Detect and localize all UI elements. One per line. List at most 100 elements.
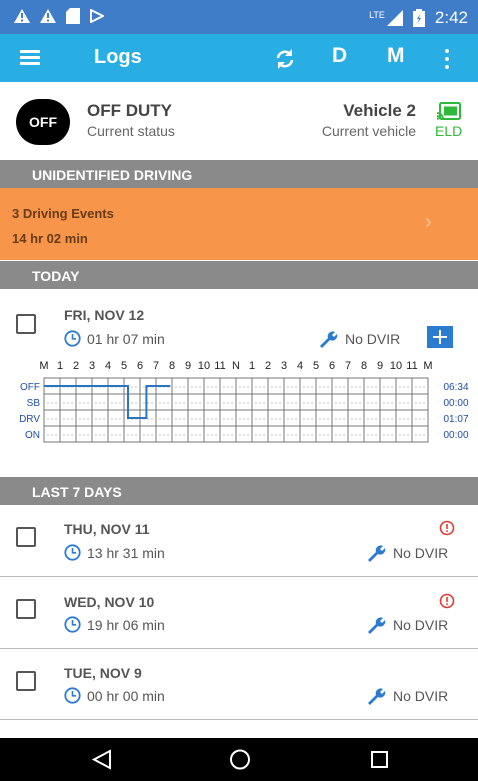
driving-events-duration: 14 hr 02 min [12,231,88,246]
status-total: 01:07 [443,414,468,425]
day-hours: 19 hr 06 min [87,617,165,633]
menu-icon[interactable] [18,46,44,70]
alert-icon [439,593,455,609]
clock-icon [64,687,81,704]
m-button[interactable]: M [387,44,405,68]
clock-icon [64,544,81,561]
hour-label: 1 [57,360,63,372]
hour-label: 2 [265,360,271,372]
day-checkbox[interactable] [16,527,36,547]
hour-label: 1 [249,360,255,372]
duty-status: OFF DUTY [87,101,172,120]
clock-time: 2:42 [434,8,468,27]
driving-events-count: 3 Driving Events [12,206,114,221]
alert-triangle-icon [14,9,30,23]
hour-label: 5 [313,360,319,372]
eld-label: ELD [435,123,463,139]
hour-label: 7 [153,360,159,372]
row-divider [0,648,478,649]
wrench-icon [368,688,386,705]
day-hours: 01 hr 07 min [87,331,165,347]
dvir-status[interactable]: No DVIR [393,617,448,633]
back-icon[interactable] [72,738,132,781]
status-bar: LTE 2:42 [0,0,478,34]
row-divider [0,576,478,577]
sd-card-icon [66,8,80,24]
hour-label: 5 [121,360,127,372]
day-checkbox[interactable] [16,314,36,334]
day-title: TUE, NOV 9 [64,665,142,681]
network-label: LTE [369,10,385,20]
app-toolbar: Logs D M [0,34,478,82]
section-header-today: TODAY [0,261,478,289]
status-row-label: ON [25,430,40,441]
d-button[interactable]: D [332,44,347,68]
page-title: Logs [94,46,142,68]
hour-label: 11 [406,360,417,372]
day-hours: 00 hr 00 min [87,688,165,704]
hour-label: 9 [377,360,383,372]
section-header-unidentified: UNIDENTIFIED DRIVING [0,160,478,188]
hour-label: 11 [214,360,225,372]
wrench-icon [368,617,386,634]
hour-label: 8 [169,360,175,372]
status-total: 06:34 [443,382,468,393]
hour-label: 6 [137,360,143,372]
hour-label: 2 [73,360,79,372]
section-header-last-7-days: LAST 7 DAYS [0,477,478,505]
hour-label: 6 [329,360,335,372]
wrench-icon [320,331,338,348]
day-title: THU, NOV 11 [64,521,150,537]
cast-connected-icon[interactable] [437,102,461,120]
play-store-icon [90,9,104,23]
duty-status-caption: Current status [87,123,175,139]
battery-icon [412,9,425,27]
dvir-status[interactable]: No DVIR [393,545,448,561]
alert-triangle-icon [40,9,56,23]
status-row-label: DRV [19,414,40,425]
system-nav-bar [0,738,478,781]
status-total: 00:00 [443,398,468,409]
clock-icon [64,616,81,633]
sync-icon[interactable] [272,46,298,72]
more-vert-icon[interactable] [440,46,454,72]
hour-label: 9 [185,360,191,372]
day-checkbox[interactable] [16,671,36,691]
recents-icon[interactable] [350,738,410,781]
hour-label: 4 [297,360,303,372]
vehicle-caption: Current vehicle [321,123,416,139]
unidentified-driving-row[interactable]: 3 Driving Events 14 hr 02 min › [0,188,478,260]
status-row-label: OFF [20,382,40,393]
hour-label: 4 [105,360,111,372]
add-dvir-button[interactable] [427,326,453,348]
chevron-right-icon: › [425,211,432,233]
hour-label: 10 [198,360,210,372]
day-title[interactable]: FRI, NOV 12 [64,307,144,323]
hour-label: 10 [390,360,402,372]
home-icon[interactable] [210,738,270,781]
hour-label: 3 [281,360,287,372]
status-card: OFF OFF DUTY Current status Vehicle 2 Cu… [0,82,478,160]
signal-icon [386,10,403,26]
vehicle-name[interactable]: Vehicle 2 [343,101,416,121]
day-hours: 13 hr 31 min [87,545,165,561]
day-checkbox[interactable] [16,599,36,619]
hour-label: 8 [361,360,367,372]
hour-label: M [423,360,432,372]
status-row-label: SB [27,398,41,409]
wrench-icon [368,545,386,562]
duty-status-line [44,385,171,419]
dvir-status[interactable]: No DVIR [393,688,448,704]
row-divider [0,719,478,720]
hour-label: 7 [345,360,351,372]
log-graph[interactable]: M 1 2 3 4 5 6 7 8 9 10 11 N 1 2 3 4 5 6 7 8 9 10 11 MOFF 06:34SB 0… [0,354,478,464]
clock-icon [64,330,81,347]
status-total: 00:00 [443,430,468,441]
hour-label: 3 [89,360,95,372]
duty-status-badge[interactable]: OFF [16,99,70,145]
hour-label: M [39,360,48,372]
alert-icon [439,520,455,536]
day-title: WED, NOV 10 [64,594,155,610]
hour-label: N [232,360,240,372]
dvir-status[interactable]: No DVIR [345,331,400,347]
